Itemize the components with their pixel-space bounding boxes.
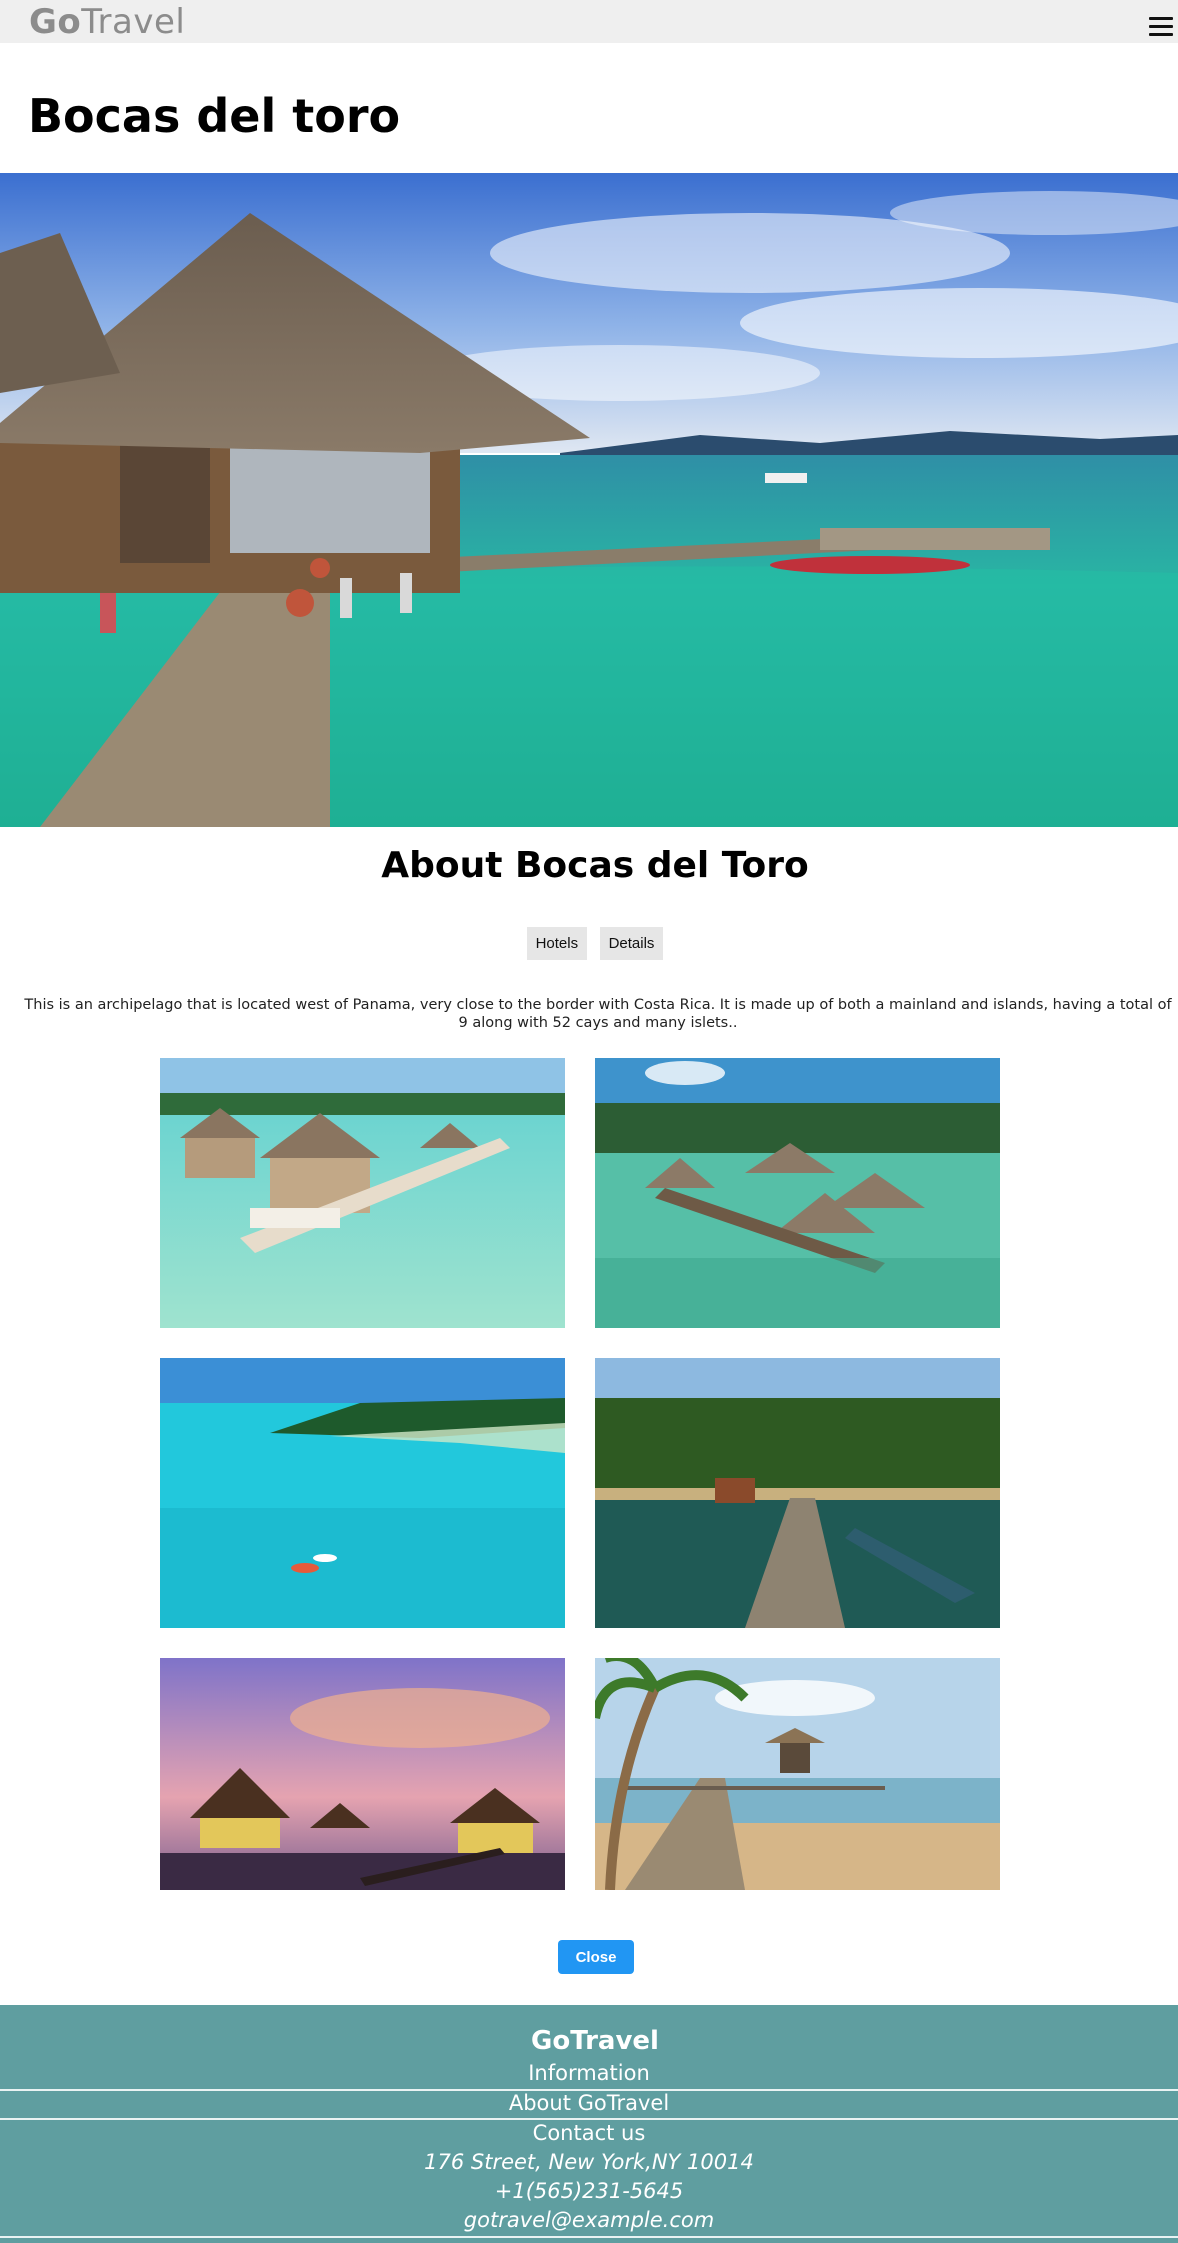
site-logo[interactable]: GoTravel xyxy=(29,4,185,40)
section-tabs: Hotels Details xyxy=(0,927,1178,960)
footer-link-contact[interactable]: Contact us xyxy=(0,2120,1178,2146)
gallery-photo-turquoise-lagoon[interactable] xyxy=(160,1358,565,1628)
tab-hotels[interactable]: Hotels xyxy=(526,927,588,960)
gallery-photo-sunset-bungalows[interactable] xyxy=(160,1658,565,1890)
footer-link-information[interactable]: Information xyxy=(0,2060,1178,2086)
menu-bar-line xyxy=(1149,17,1173,20)
menu-bar-line xyxy=(1149,25,1173,28)
about-section-title: About Bocas del Toro xyxy=(381,845,809,886)
site-footer: GoTravel Information About GoTravel Cont… xyxy=(0,2005,1178,2243)
footer-divider xyxy=(0,2236,1178,2238)
top-navbar: GoTravel xyxy=(0,0,1178,43)
gallery-photo-palm-dock[interactable] xyxy=(595,1358,1000,1628)
footer-brand: GoTravel xyxy=(531,2026,659,2056)
gallery-photo-beach-palm[interactable] xyxy=(595,1658,1000,1890)
hero-image xyxy=(0,173,1178,827)
hamburger-menu-icon[interactable] xyxy=(1149,17,1173,37)
logo-go-text: Go xyxy=(29,2,82,42)
logo-travel-text: Travel xyxy=(81,2,186,42)
tab-details[interactable]: Details xyxy=(599,927,664,960)
about-description: This is an archipelago that is located w… xyxy=(24,997,1172,1031)
gallery-photo-overwater-bungalows[interactable] xyxy=(160,1058,565,1328)
footer-phone: +1(565)231-5645 xyxy=(494,2179,684,2203)
menu-bar-line xyxy=(1149,33,1173,36)
footer-address: 176 Street, New York,NY 10014 xyxy=(424,2150,754,2174)
footer-link-about[interactable]: About GoTravel xyxy=(0,2090,1178,2116)
gallery-photo-bungalows-aerial[interactable] xyxy=(595,1058,1000,1328)
footer-email[interactable]: gotravel@example.com xyxy=(0,2207,1178,2233)
close-button[interactable]: Close xyxy=(558,1940,634,1974)
page-title: Bocas del toro xyxy=(28,89,401,143)
